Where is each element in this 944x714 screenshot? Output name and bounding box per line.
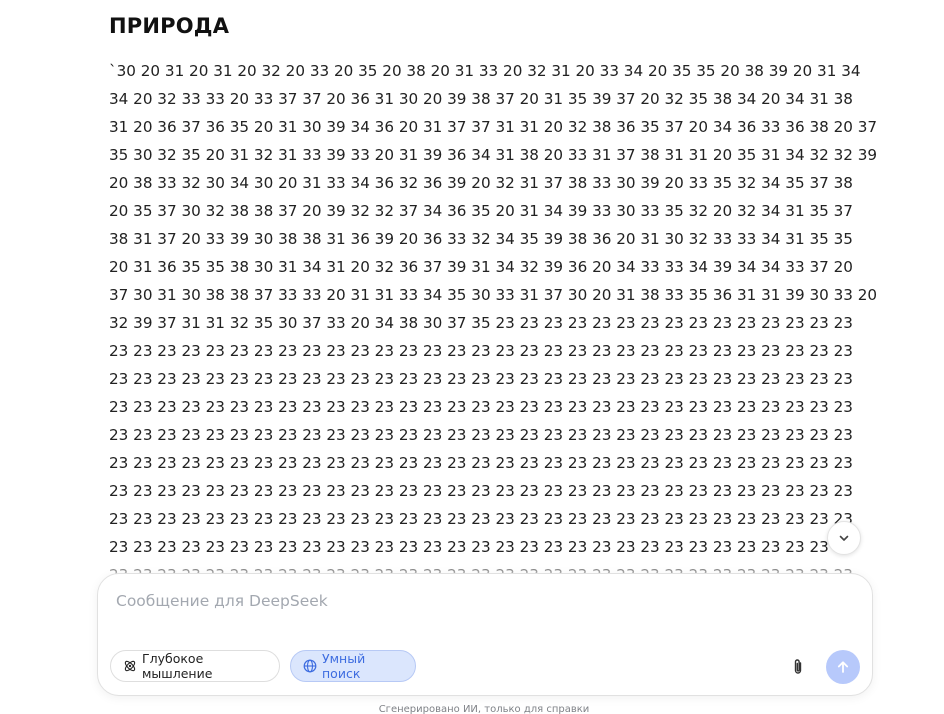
paperclip-icon <box>794 659 802 674</box>
chat-page: ПРИРОДА `30 20 31 20 31 20 32 20 33 20 3… <box>0 0 944 714</box>
ai-disclaimer: Сгенерировано ИИ, только для справки <box>378 704 590 714</box>
globe-icon <box>303 659 317 673</box>
deep-think-label: Глубокое мышление <box>142 651 213 681</box>
message-heading: ПРИРОДА <box>109 14 230 38</box>
message-line: 35 30 32 35 20 31 32 31 33 39 33 20 31 3… <box>109 146 878 164</box>
assistant-message: ПРИРОДА `30 20 31 20 31 20 32 20 33 20 3… <box>109 12 878 589</box>
message-line: 23 23 23 23 23 23 23 23 23 23 23 23 23 2… <box>109 510 853 528</box>
message-composer: Сообщение для DeepSeek Глубокое мышление <box>97 573 873 696</box>
deep-think-button[interactable]: Глубокое мышление <box>110 650 280 682</box>
message-line: 23 23 23 23 23 23 23 23 23 23 23 23 23 2… <box>109 342 853 360</box>
scroll-to-bottom-button[interactable] <box>827 521 861 555</box>
message-line: 23 23 23 23 23 23 23 23 23 23 23 23 23 2… <box>109 426 853 444</box>
message-line: 23 23 23 23 23 23 23 23 23 23 23 23 23 2… <box>109 482 853 500</box>
arrow-up-icon <box>837 661 849 673</box>
message-line: 23 23 23 23 23 23 23 23 23 23 23 23 23 2… <box>109 538 853 556</box>
chevron-down-icon <box>839 535 849 541</box>
message-line: 38 31 37 20 33 39 30 38 38 31 36 39 20 3… <box>109 230 853 248</box>
message-line: 23 23 23 23 23 23 23 23 23 23 23 23 23 2… <box>109 398 853 416</box>
message-line: 37 30 31 30 38 38 37 33 33 20 31 31 33 3… <box>109 286 878 304</box>
message-line: 20 38 33 32 30 34 30 20 31 33 34 36 32 3… <box>109 174 853 192</box>
message-line: `30 20 31 20 31 20 32 20 33 20 35 20 38 … <box>109 62 861 80</box>
message-line: 34 20 32 33 33 20 33 37 37 20 36 31 30 2… <box>109 90 853 108</box>
message-body: `30 20 31 20 31 20 32 20 33 20 35 20 38 … <box>109 57 878 589</box>
message-line: 20 31 36 35 35 38 30 31 34 31 20 32 36 3… <box>109 258 853 276</box>
smart-search-label: Умный поиск <box>322 651 366 681</box>
send-button[interactable] <box>826 650 860 684</box>
message-line: 32 39 37 31 31 32 35 30 37 33 20 34 38 3… <box>109 314 853 332</box>
attach-file-button[interactable] <box>789 658 807 676</box>
message-line: 23 23 23 23 23 23 23 23 23 23 23 23 23 2… <box>109 454 853 472</box>
message-line: 23 23 23 23 23 23 23 23 23 23 23 23 23 2… <box>109 370 853 388</box>
smart-search-button[interactable]: Умный поиск <box>290 650 416 682</box>
message-line: 31 20 36 37 36 35 20 31 30 39 34 36 20 3… <box>109 118 878 136</box>
message-line: 20 35 37 30 32 38 38 37 20 39 32 32 37 3… <box>109 202 853 220</box>
message-input[interactable]: Сообщение для DeepSeek <box>116 592 328 610</box>
atom-icon <box>123 659 137 673</box>
